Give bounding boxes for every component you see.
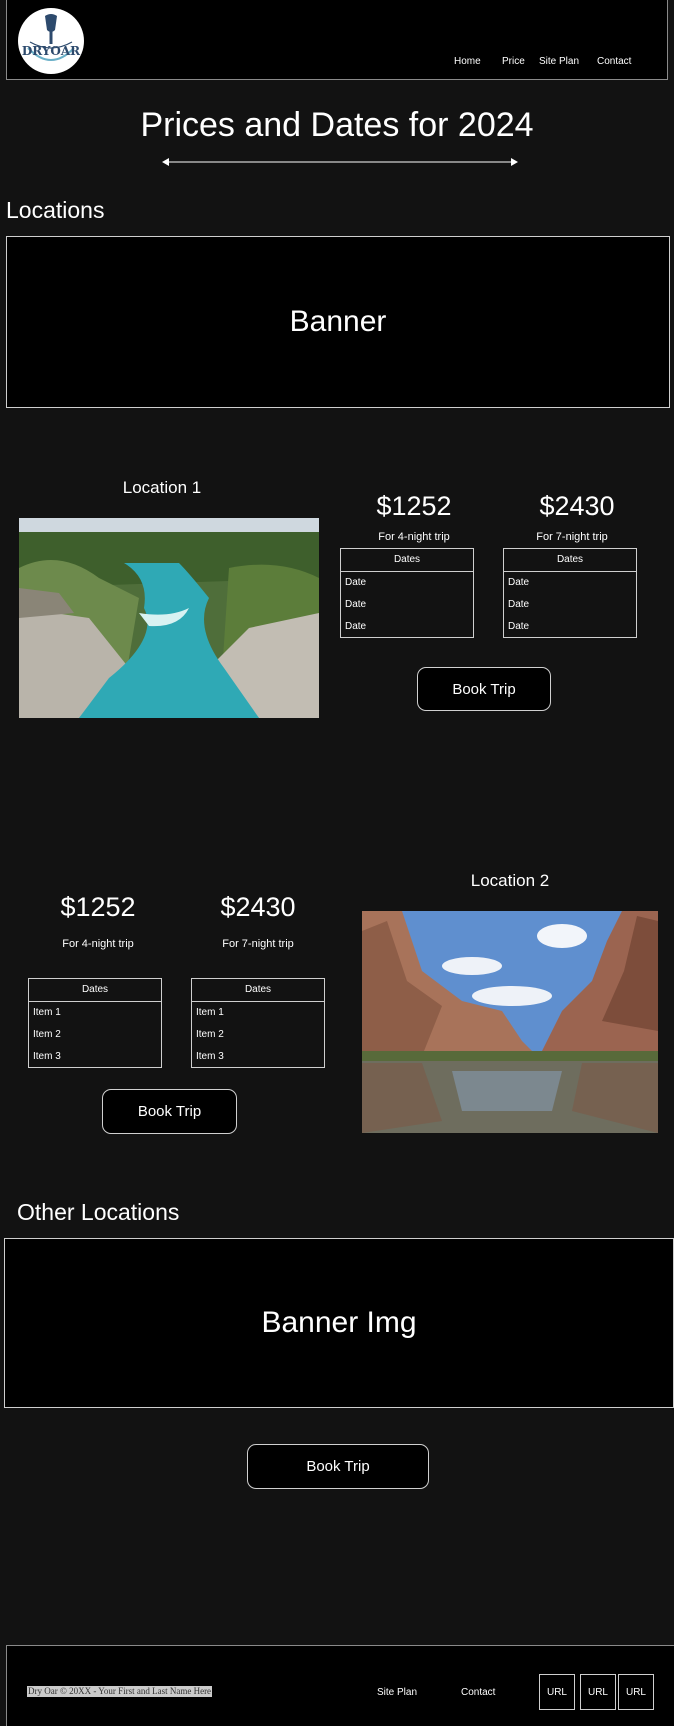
oar-icon — [19, 9, 83, 73]
location-1-price-7night: $2430 — [539, 491, 615, 521]
nav-contact[interactable]: Contact — [597, 56, 631, 67]
location-2-sub-4night: For 4-night trip — [62, 938, 134, 950]
location-2-label: Location 2 — [470, 871, 550, 890]
logo[interactable]: DRYOAR — [18, 8, 84, 74]
location-1-label: Location 1 — [122, 478, 202, 497]
double-arrow-icon — [162, 158, 518, 166]
location-2-image — [362, 911, 658, 1133]
date-row: Date — [345, 621, 367, 632]
locations-banner: Banner — [6, 236, 670, 408]
location-1-dates-7night: Dates Date Date Date — [503, 548, 637, 638]
location-2-book-trip-button[interactable]: Book Trip — [102, 1089, 237, 1134]
location-2-price-4night: $1252 — [60, 892, 136, 922]
location-2-price-7night: $2430 — [220, 892, 296, 922]
location-1-price-4night: $1252 — [376, 491, 452, 521]
location-1-sub-4night: For 4-night trip — [378, 531, 450, 543]
nav-site-plan[interactable]: Site Plan — [539, 56, 579, 67]
footer-url-button-2[interactable]: URL — [580, 1674, 616, 1710]
location-1-image — [19, 518, 319, 718]
site-header — [6, 0, 668, 80]
date-row: Date — [345, 577, 367, 588]
item-row: Item 3 — [33, 1051, 61, 1062]
location-2-dates-7night: Dates Item 1 Item 2 Item 3 — [191, 978, 325, 1068]
date-row: Date — [508, 599, 530, 610]
locations-heading: Locations — [6, 197, 105, 223]
banner-label: Banner — [289, 305, 387, 338]
footer-site-plan-link[interactable]: Site Plan — [377, 1687, 417, 1698]
nav-home[interactable]: Home — [454, 56, 481, 67]
item-row: Item 1 — [33, 1007, 61, 1018]
footer-url-button-3[interactable]: URL — [618, 1674, 654, 1710]
other-book-trip-button[interactable]: Book Trip — [247, 1444, 429, 1489]
location-2-sub-7night: For 7-night trip — [222, 938, 294, 950]
dates-header: Dates — [341, 549, 473, 572]
logo-text: DRYOAR — [21, 44, 81, 58]
page-title: Prices and Dates for 2024 — [140, 106, 534, 144]
dates-header: Dates — [29, 979, 161, 1002]
location-1-dates-4night: Dates Date Date Date — [340, 548, 474, 638]
date-row: Date — [345, 599, 367, 610]
dates-header: Dates — [192, 979, 324, 1002]
nav-price[interactable]: Price — [502, 56, 525, 67]
date-row: Date — [508, 621, 530, 632]
other-locations-banner: Banner Img — [4, 1238, 674, 1408]
item-row: Item 2 — [33, 1029, 61, 1040]
other-locations-heading: Other Locations — [17, 1199, 180, 1225]
date-row: Date — [508, 577, 530, 588]
item-row: Item 1 — [196, 1007, 224, 1018]
item-row: Item 2 — [196, 1029, 224, 1040]
location-1-sub-7night: For 7-night trip — [536, 531, 608, 543]
item-row: Item 3 — [196, 1051, 224, 1062]
location-2-dates-4night: Dates Item 1 Item 2 Item 3 — [28, 978, 162, 1068]
footer-url-button-1[interactable]: URL — [539, 1674, 575, 1710]
banner-img-label: Banner Img — [261, 1306, 417, 1339]
copyright-text: Dry Oar © 20XX - Your First and Last Nam… — [27, 1686, 213, 1697]
dates-header: Dates — [504, 549, 636, 572]
footer-contact-link[interactable]: Contact — [461, 1687, 495, 1698]
location-1-book-trip-button[interactable]: Book Trip — [417, 667, 551, 711]
